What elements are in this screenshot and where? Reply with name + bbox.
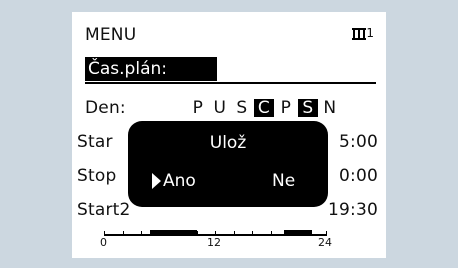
selection-caret-icon	[152, 173, 161, 189]
day-label: Den:	[85, 98, 126, 118]
timeline-tick	[252, 231, 253, 236]
device-indicator: 1	[352, 26, 374, 40]
timeline-tick	[271, 231, 272, 236]
yes-option[interactable]: Ano	[152, 171, 196, 191]
start1-label: Star	[77, 132, 113, 152]
start2-label: Start2	[77, 200, 131, 220]
timeline-label-end: 24	[318, 236, 332, 249]
day-thursday[interactable]: C	[254, 99, 274, 117]
timeline-on-period	[150, 230, 197, 236]
yes-label: Ano	[163, 171, 196, 191]
timeline-tick	[123, 231, 124, 236]
timeline-label-start: 0	[100, 236, 107, 249]
day-selector[interactable]: P U S C P S N	[188, 98, 342, 118]
timeline-tick	[104, 231, 105, 236]
start2-time[interactable]: 19:30	[328, 200, 378, 220]
day-monday[interactable]: P	[188, 98, 208, 118]
timeline-tick	[197, 231, 198, 236]
section-divider	[85, 82, 376, 84]
timeline-tick	[141, 231, 142, 236]
section-title[interactable]: Čas.plán:	[85, 57, 217, 81]
day-saturday[interactable]: S	[298, 99, 318, 117]
day-tuesday[interactable]: U	[210, 98, 230, 118]
timeline-tick	[234, 231, 235, 236]
start1-time[interactable]: 5:00	[339, 132, 378, 152]
day-friday[interactable]: P	[276, 98, 296, 118]
dialog-title: Ulož	[209, 133, 247, 153]
display-module-icon	[352, 28, 367, 40]
schedule-timeline: 0 12 24	[100, 226, 344, 249]
lcd-screen: MENU 1 Čas.plán: Den: P U S C P S N Star…	[72, 12, 386, 258]
timeline-label-mid: 12	[207, 236, 221, 249]
timeline-on-period	[284, 230, 312, 236]
no-option[interactable]: Ne	[272, 171, 295, 191]
menu-title: MENU	[85, 25, 137, 45]
stop1-label: Stop	[77, 166, 117, 186]
device-number: 1	[366, 26, 374, 40]
day-wednesday[interactable]: S	[232, 98, 252, 118]
stop1-time[interactable]: 0:00	[339, 166, 378, 186]
day-sunday[interactable]: N	[320, 98, 340, 118]
timeline-tick	[215, 231, 216, 236]
timeline-tick	[326, 231, 327, 236]
save-dialog: Ulož Ano Ne	[128, 121, 328, 207]
